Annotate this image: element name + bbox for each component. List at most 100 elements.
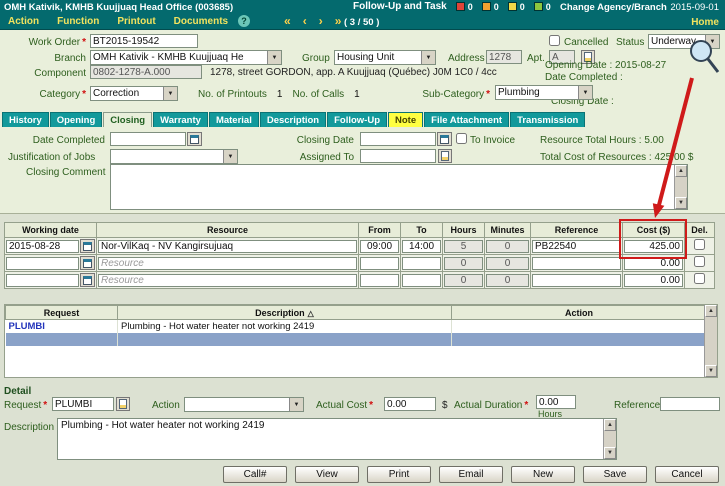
- help-icon[interactable]: ?: [238, 15, 250, 27]
- calendar-icon[interactable]: [187, 132, 202, 146]
- work-order-input[interactable]: [90, 34, 198, 48]
- empty-cell[interactable]: [118, 333, 452, 346]
- col-action[interactable]: Action: [452, 306, 707, 320]
- menu-action[interactable]: Action: [8, 16, 39, 27]
- tab-opening[interactable]: Opening: [50, 112, 103, 127]
- requests-scrollbar[interactable]: ▲ ▼: [704, 305, 717, 377]
- tab-description[interactable]: Description: [260, 112, 326, 127]
- request-description-cell[interactable]: Plumbing - Hot water heater not working …: [118, 320, 452, 333]
- task-counter[interactable]: 0: [482, 2, 499, 12]
- component-input[interactable]: [90, 65, 202, 79]
- from-input[interactable]: [360, 240, 399, 253]
- resource-input[interactable]: [98, 274, 357, 287]
- tab-followup[interactable]: Follow-Up: [327, 112, 387, 127]
- selected-empty-row[interactable]: [6, 333, 707, 346]
- menu-printout[interactable]: Printout: [117, 16, 155, 27]
- from-input[interactable]: [360, 257, 399, 270]
- actual-cost-input[interactable]: [384, 397, 436, 411]
- scrollbar[interactable]: ▲ ▼: [674, 165, 687, 209]
- group-select[interactable]: Housing Unit ▼: [334, 50, 436, 65]
- print-button[interactable]: Print: [367, 466, 431, 483]
- tab-transmission[interactable]: Transmission: [510, 112, 585, 127]
- working-date-input[interactable]: [6, 274, 79, 287]
- menu-function[interactable]: Function: [57, 16, 99, 27]
- cost-input[interactable]: [624, 240, 683, 253]
- scroll-up-icon[interactable]: ▲: [705, 305, 717, 317]
- working-date-input[interactable]: [6, 240, 79, 253]
- delete-checkbox[interactable]: [694, 273, 705, 284]
- home-link[interactable]: Home: [691, 17, 719, 28]
- tab-material[interactable]: Material: [209, 112, 259, 127]
- previous-record-icon[interactable]: ‹: [303, 15, 307, 27]
- cancel-button[interactable]: Cancel: [655, 466, 719, 483]
- view-button[interactable]: View: [295, 466, 359, 483]
- tab-closing[interactable]: Closing: [103, 112, 152, 127]
- scroll-up-icon[interactable]: ▲: [675, 165, 687, 177]
- closing-date-input[interactable]: [360, 132, 436, 146]
- to-input[interactable]: [402, 274, 441, 287]
- resource-input[interactable]: [98, 240, 357, 253]
- tab-warranty[interactable]: Warranty: [153, 112, 208, 127]
- scroll-down-icon[interactable]: ▼: [604, 447, 616, 459]
- reference-input[interactable]: [532, 240, 621, 253]
- empty-cell[interactable]: [452, 333, 707, 346]
- email-button[interactable]: Email: [439, 466, 503, 483]
- reference-input[interactable]: [532, 274, 621, 287]
- to-input[interactable]: [402, 257, 441, 270]
- magnifier-icon[interactable]: [688, 38, 722, 76]
- calendar-icon[interactable]: [80, 273, 95, 287]
- reference-input[interactable]: [532, 257, 621, 270]
- scroll-down-icon[interactable]: ▼: [705, 365, 717, 377]
- calendar-icon[interactable]: [80, 256, 95, 270]
- to-input[interactable]: [402, 240, 441, 253]
- delete-checkbox[interactable]: [694, 239, 705, 250]
- detail-action-select[interactable]: ▼: [184, 397, 304, 412]
- working-date-input[interactable]: [6, 257, 79, 270]
- from-input[interactable]: [360, 274, 399, 287]
- new-button[interactable]: New: [511, 466, 575, 483]
- address-input[interactable]: [486, 50, 522, 64]
- closing-comment-textarea[interactable]: ▲ ▼: [110, 164, 688, 210]
- detail-request-input[interactable]: [52, 397, 114, 411]
- tab-file-attachment[interactable]: File Attachment: [424, 112, 509, 127]
- delete-checkbox[interactable]: [694, 256, 705, 267]
- category-select[interactable]: Correction ▼: [90, 86, 178, 101]
- to-invoice-checkbox[interactable]: [456, 133, 467, 144]
- cost-input[interactable]: [624, 274, 683, 287]
- save-button[interactable]: Save: [583, 466, 647, 483]
- followup-counter[interactable]: 0: [508, 2, 525, 12]
- detail-reference-input[interactable]: [660, 397, 720, 411]
- branch-select[interactable]: OMH Kativik - KMHB Kuujjuaq He ▼: [90, 50, 282, 65]
- call-button[interactable]: Call#: [223, 466, 287, 483]
- calendar-icon[interactable]: [80, 239, 95, 253]
- alarm-counter[interactable]: 0: [456, 2, 473, 12]
- scrollbar-track[interactable]: [604, 431, 616, 447]
- col-description[interactable]: Description△: [118, 306, 452, 320]
- tab-note[interactable]: Note: [388, 112, 423, 127]
- last-record-icon[interactable]: »: [335, 15, 342, 27]
- resource-input[interactable]: [98, 257, 357, 270]
- next-record-icon[interactable]: ›: [319, 15, 323, 27]
- assigned-to-lookup-icon[interactable]: [438, 149, 452, 163]
- justification-select[interactable]: ▼: [110, 149, 238, 164]
- scroll-down-icon[interactable]: ▼: [675, 197, 687, 209]
- change-agency-link[interactable]: Change Agency/Branch: [560, 2, 667, 13]
- date-completed-input[interactable]: [110, 132, 186, 146]
- scrollbar[interactable]: ▲ ▼: [603, 419, 616, 459]
- first-record-icon[interactable]: «: [284, 15, 291, 27]
- menu-documents[interactable]: Documents: [174, 16, 228, 27]
- request-lookup-icon[interactable]: [116, 397, 130, 411]
- subcategory-select[interactable]: Plumbing ▼: [495, 85, 593, 100]
- cost-input[interactable]: [624, 257, 683, 270]
- scrollbar-track[interactable]: [705, 317, 717, 365]
- scrollbar-track[interactable]: [675, 177, 687, 197]
- col-request[interactable]: Request: [6, 306, 118, 320]
- request-action-cell[interactable]: [452, 320, 707, 333]
- actual-duration-input[interactable]: [536, 395, 576, 409]
- message-counter[interactable]: 0: [534, 2, 551, 12]
- request-code-cell[interactable]: PLUMBI: [6, 320, 118, 333]
- scroll-up-icon[interactable]: ▲: [604, 419, 616, 431]
- tab-history[interactable]: History: [2, 112, 49, 127]
- assigned-to-input[interactable]: [360, 149, 436, 163]
- calendar-icon[interactable]: [437, 132, 452, 146]
